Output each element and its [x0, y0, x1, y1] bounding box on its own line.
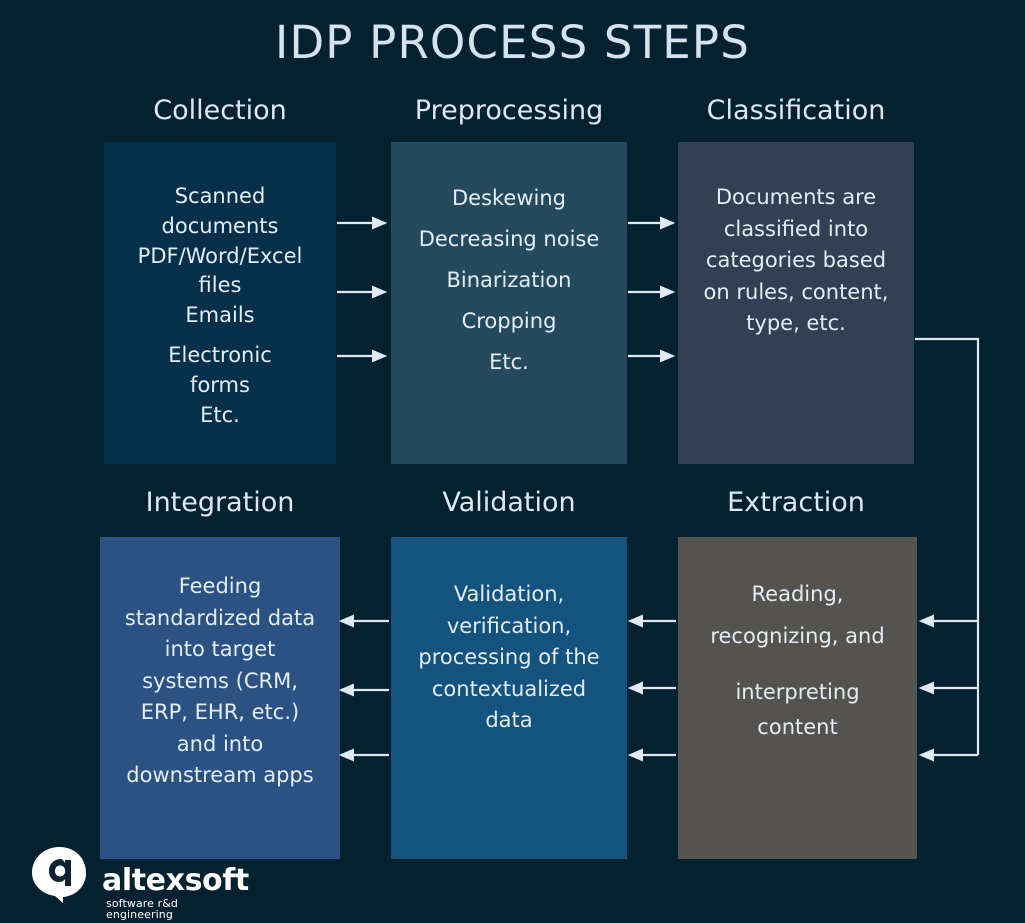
process-box-collection-text: Scanned documents PDF/Word/Excel files E…: [104, 142, 336, 431]
text-line: on rules, content,: [703, 279, 889, 304]
text-line: verification,: [446, 613, 572, 638]
text-line: Binarization: [446, 267, 572, 292]
text-line: interpreting: [735, 680, 860, 704]
text-line: Etc.: [489, 349, 529, 374]
text-line: recognizing, and: [710, 624, 885, 648]
text-line: categories based: [705, 248, 887, 272]
text-line: files: [198, 273, 242, 298]
text-line: Electronic: [168, 343, 272, 368]
process-box-validation-text: Validation, verification, processing of …: [391, 537, 627, 737]
text-line: classified into: [723, 216, 869, 241]
step-heading-classification: Classification: [706, 95, 886, 126]
text-line: Feeding: [178, 574, 262, 598]
process-box-classification-text: Documents are classified into categories…: [678, 142, 914, 340]
text-line: contextualized: [431, 676, 587, 701]
process-box-validation[interactable]: Validation, verification, processing of …: [391, 537, 627, 859]
process-box-preprocessing[interactable]: Deskewing Decreasing noise Binarization …: [391, 142, 627, 464]
logo-tagline: software r&d engineering: [106, 897, 179, 921]
text-line: documents: [161, 213, 279, 238]
step-heading-collection: Collection: [153, 95, 287, 126]
text-line: Emails: [185, 303, 255, 328]
process-box-preprocessing-text: Deskewing Decreasing noise Binarization …: [391, 142, 627, 383]
text-line: content: [757, 715, 838, 739]
page-title: IDP PROCESS STEPS: [274, 16, 751, 69]
process-box-integration[interactable]: Feeding standardized data into target sy…: [100, 537, 340, 859]
text-line: processing of the: [418, 645, 600, 669]
text-line: Validation,: [453, 582, 565, 606]
text-line: Deskewing: [451, 186, 566, 210]
step-heading-integration: Integration: [145, 487, 295, 518]
logo-wordmark: altexsoft: [102, 863, 249, 898]
text-line: downstream apps: [126, 763, 314, 787]
text-line: Etc.: [200, 402, 240, 427]
text-line: data: [485, 708, 533, 732]
process-box-extraction[interactable]: Reading, recognizing, and interpreting c…: [678, 537, 917, 859]
text-line: Cropping: [461, 308, 557, 333]
step-heading-validation: Validation: [442, 487, 576, 518]
step-heading-extraction: Extraction: [727, 487, 865, 518]
text-line: Scanned: [174, 184, 266, 208]
text-line: ERP, EHR, etc.): [140, 700, 300, 724]
text-line: PDF/Word/Excel: [137, 243, 303, 268]
process-box-extraction-text: Reading, recognizing, and interpreting c…: [678, 537, 917, 742]
text-line: and into: [176, 731, 264, 756]
text-line: systems (CRM,: [142, 668, 298, 693]
text-line: standardized data: [124, 605, 316, 630]
text-line: type, etc.: [746, 311, 846, 335]
process-box-collection[interactable]: Scanned documents PDF/Word/Excel files E…: [104, 142, 336, 464]
process-box-integration-text: Feeding standardized data into target sy…: [100, 537, 340, 792]
text-line: forms: [190, 372, 250, 397]
altexsoft-mark-icon: [32, 847, 86, 903]
process-box-classification[interactable]: Documents are classified into categories…: [678, 142, 914, 464]
text-line: into target: [164, 637, 276, 661]
step-heading-preprocessing: Preprocessing: [414, 95, 604, 126]
text-line: Decreasing noise: [418, 226, 600, 251]
diagram-canvas: IDP PROCESS STEPS Collection Preprocessi…: [0, 0, 1025, 923]
text-line: Reading,: [751, 582, 844, 606]
connector-classification-to-extraction-trunk: [915, 337, 980, 621]
text-line: Documents are: [715, 185, 877, 209]
altexsoft-logo: altexsoft software r&d engineering: [30, 846, 249, 921]
